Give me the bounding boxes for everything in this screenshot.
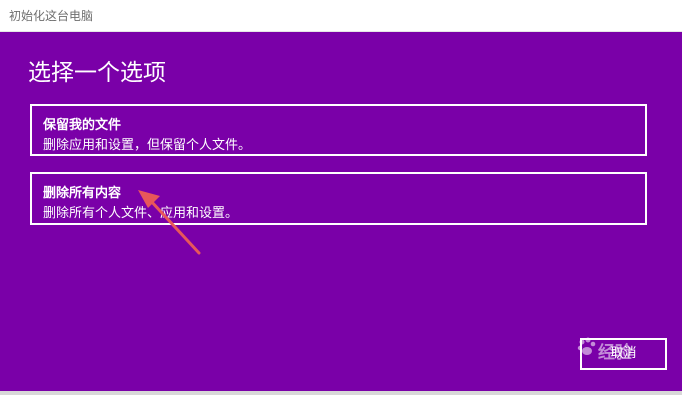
title-bar: 初始化这台电脑 [0,0,682,32]
option-description: 删除所有个人文件、应用和设置。 [43,206,239,221]
bottom-edge [0,391,682,395]
option-title: 删除所有内容 [43,186,122,201]
window-title: 初始化这台电脑 [9,9,94,23]
option-description: 删除应用和设置，但保留个人文件。 [43,138,252,153]
page-title: 选择一个选项 [28,60,166,86]
keep-my-files-option[interactable]: 保留我的文件 删除应用和设置，但保留个人文件。 [30,104,647,156]
remove-everything-option[interactable]: 删除所有内容 删除所有个人文件、应用和设置。 [30,172,647,225]
watermark-text: 经验 [598,343,632,363]
baidu-paw-icon [577,337,596,355]
reset-pc-window: 初始化这台电脑 选择一个选项 保留我的文件 删除应用和设置，但保留个人文件。 删… [0,0,682,395]
option-title: 保留我的文件 [43,118,122,133]
watermark: 经验 [574,332,674,378]
